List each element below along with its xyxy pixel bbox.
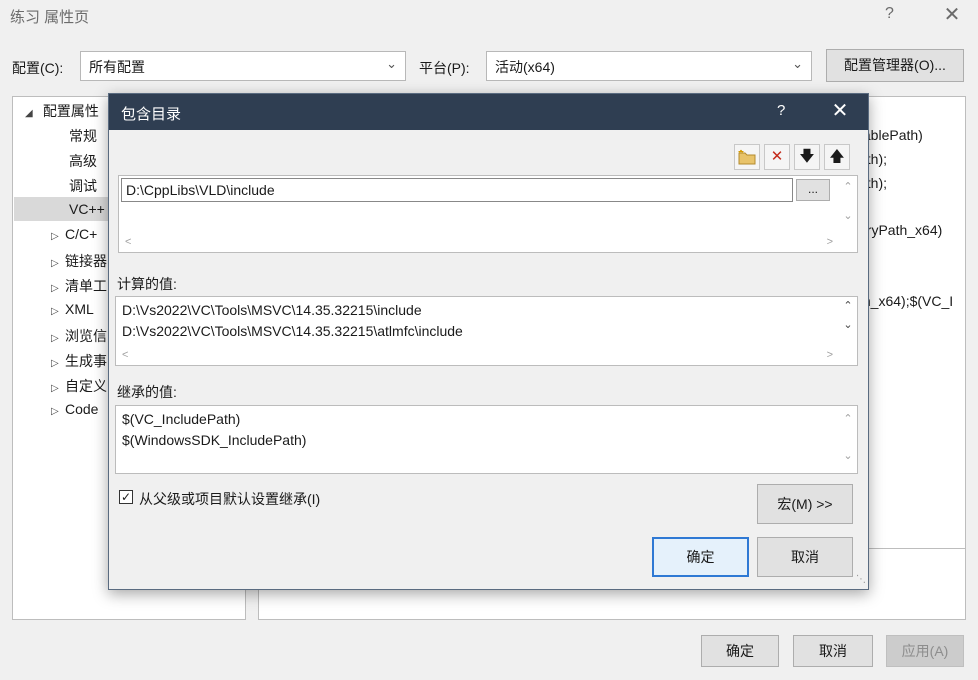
computed-value: D:\Vs2022\VC\Tools\MSVC\14.35.32215\atlm… [122,323,463,339]
tree-item-label: XML [65,301,94,317]
tree-item[interactable]: ▷ 链接器 [51,251,107,271]
horizontal-scrollbar[interactable]: < > [119,234,839,252]
vertical-scrollbar[interactable]: ⌃ ⌄ [839,406,857,473]
apply-button[interactable]: 应用(A) [886,635,964,667]
inherit-checkbox-label[interactable]: 从父级或项目默认设置继承(I) [139,489,320,509]
tree-item-label: 生成事 [65,353,107,369]
close-icon[interactable]: ✕ [827,98,853,123]
dialog-title: 包含目录 [121,106,182,123]
window-title: 练习 属性页 [10,9,90,26]
tree-item[interactable]: ▷ 自定义 [51,376,107,396]
platform-label: 平台(P): [419,60,470,76]
tree-item-label: 浏览信 [65,328,107,344]
arrow-up-icon[interactable]: 🡅 [824,144,850,170]
collapsed-triangle-icon: ▷ [51,383,59,394]
tree-item[interactable]: ▷ Code [51,401,98,417]
inherited-values-label: 继承的值: [117,384,177,400]
computed-values-list: D:\Vs2022\VC\Tools\MSVC\14.35.32215\incl… [115,296,858,366]
computed-value: D:\Vs2022\VC\Tools\MSVC\14.35.32215\incl… [122,302,422,318]
tree-item[interactable]: ▷ 生成事 [51,351,107,371]
tree-item[interactable]: ▷ XML [51,301,94,317]
config-select-value: 所有配置 [89,59,145,75]
scroll-up-icon: ⌃ [843,300,853,312]
tree-item-label: 链接器 [65,253,107,269]
collapsed-triangle-icon: ▷ [51,231,59,242]
scroll-down-icon: ⌄ [843,210,853,222]
scroll-down-icon: ⌄ [843,319,853,331]
inherited-value: $(WindowsSDK_IncludePath) [122,432,307,448]
tree-root-label: 配置属性 [42,103,99,119]
tree-item[interactable]: 调试 [69,176,97,196]
dialog-ok-button[interactable]: 确定 [652,537,749,577]
vertical-scrollbar[interactable]: ⌃ ⌄ [839,176,857,234]
macro-button[interactable]: 宏(M) >> [757,484,853,524]
scroll-right-icon: > [826,236,833,248]
scroll-left-icon: < [122,349,129,361]
dialog-help-button[interactable]: ? [777,102,785,119]
property-value: aryPath_x64) [859,222,943,238]
chevron-down-icon: ⌄ [386,56,397,71]
property-value: th_x64);$(VC_I [859,293,954,309]
include-entries-list[interactable]: D:\CppLibs\VLD\include ... ⌃ ⌄ < > [118,175,858,253]
tree-item-label: C/C+ [65,226,98,242]
tree-item-label: 清单工 [65,278,107,294]
cancel-button[interactable]: 取消 [793,635,873,667]
ok-button[interactable]: 确定 [701,635,779,667]
tree-item[interactable]: 高级 [69,151,97,171]
scroll-right-icon: > [826,349,833,361]
browse-button[interactable]: ... [796,179,830,201]
close-icon[interactable]: ✕ [938,2,966,27]
expanded-triangle-icon: ◢ [25,108,33,119]
tree-root[interactable]: ◢ 配置属性 [25,101,99,121]
collapsed-triangle-icon: ▷ [51,406,59,417]
platform-select[interactable]: 活动(x64) ⌄ [486,51,812,81]
collapsed-triangle-icon: ▷ [51,333,59,344]
help-button[interactable]: ? [885,5,894,23]
tree-item-label: Code [65,401,99,417]
tree-item[interactable]: ▷ C/C+ [51,226,97,242]
dialog-title-bar: 包含目录 ? ✕ [109,94,868,130]
platform-select-value: 活动(x64) [495,59,555,75]
tree-item-selected[interactable]: VC++ [69,201,105,217]
entry-edit-field[interactable]: D:\CppLibs\VLD\include [121,178,793,202]
collapsed-triangle-icon: ▷ [51,306,59,317]
config-select[interactable]: 所有配置 ⌄ [80,51,406,81]
tree-item[interactable]: ▷ 浏览信 [51,326,107,346]
collapsed-triangle-icon: ▷ [51,258,59,269]
inherited-value: $(VC_IncludePath) [122,411,241,427]
scroll-up-icon: ⌃ [843,181,853,193]
dialog-cancel-button[interactable]: 取消 [757,537,853,577]
tree-item[interactable]: 常规 [69,126,97,146]
collapsed-triangle-icon: ▷ [51,358,59,369]
arrow-down-icon[interactable]: 🡇 [794,144,820,170]
resize-grip-icon[interactable]: ⋱ [854,575,866,587]
config-label: 配置(C): [12,60,64,76]
scroll-up-icon: ⌃ [843,413,853,425]
chevron-down-icon: ⌄ [792,56,803,71]
tree-item[interactable]: ▷ 清单工 [51,276,107,296]
inherited-values-list: $(VC_IncludePath) $(WindowsSDK_IncludePa… [115,405,858,474]
scroll-left-icon: < [125,236,132,248]
collapsed-triangle-icon: ▷ [51,283,59,294]
vertical-scrollbar[interactable]: ⌃ ⌄ [839,297,857,347]
horizontal-scrollbar[interactable]: < > [116,347,839,365]
scroll-down-icon: ⌄ [843,450,853,462]
config-manager-button[interactable]: 配置管理器(O)... [826,49,964,82]
entry-path: D:\CppLibs\VLD\include [126,182,275,198]
folder-new-icon[interactable] [734,144,760,170]
delete-icon[interactable]: ✕ [764,144,790,170]
include-directories-dialog: 包含目录 ? ✕ ✕ 🡇 🡅 D:\CppLibs\VLD\include ..… [108,93,869,590]
tree-item-label: 自定义 [65,378,107,394]
inherit-checkbox[interactable]: ✓ [119,490,133,504]
computed-values-label: 计算的值: [117,276,177,292]
